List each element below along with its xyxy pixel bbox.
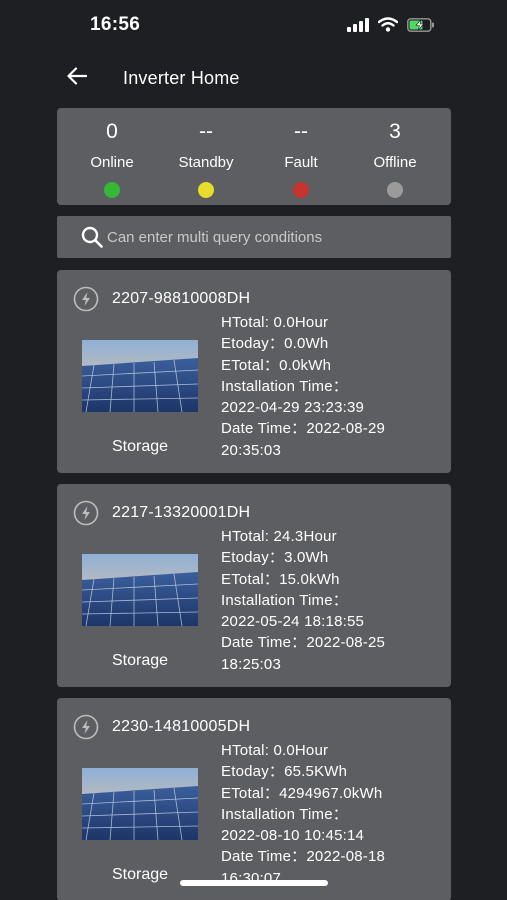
status-dot-fault — [293, 182, 309, 198]
etoday: Etoday：3.0Wh — [221, 549, 329, 567]
search-input[interactable] — [107, 222, 437, 252]
lightning-bolt-icon — [73, 714, 99, 740]
summary-label: Fault — [284, 154, 318, 171]
date-time: Date Time：2022-08-29 — [221, 420, 386, 438]
status-dot-online — [104, 182, 120, 198]
etoday: Etoday：0.0Wh — [221, 335, 329, 353]
search-bar — [57, 216, 451, 258]
etotal: ETotal：4294967.0kWh — [221, 784, 383, 802]
htotal: HTotal: 24.3Hour — [221, 528, 337, 545]
device-info: HTotal: 0.0Hour Etoday：65.5KWh ETotal：42… — [221, 740, 446, 889]
status-time: 16:56 — [90, 14, 141, 35]
status-summary-panel: 0 Online -- Standby -- Fault 3 Offline — [57, 108, 451, 205]
etotal: ETotal：0.0kWh — [221, 356, 332, 374]
device-card[interactable]: 2217-13320001DH Storage HTotal: 24.3Hour… — [57, 484, 451, 687]
status-dot-offline — [387, 182, 403, 198]
installation-label: Installation Time： — [221, 377, 348, 395]
htotal: HTotal: 0.0Hour — [221, 742, 329, 759]
summary-label: Standby — [178, 154, 234, 171]
back-button[interactable] — [62, 64, 92, 92]
installation-label: Installation Time： — [221, 805, 348, 823]
device-info: HTotal: 24.3Hour Etoday：3.0Wh ETotal：15.… — [221, 526, 446, 675]
htotal: HTotal: 0.0Hour — [221, 314, 329, 331]
device-serial: 2217-13320001DH — [112, 504, 251, 521]
lightning-bolt-icon — [73, 286, 99, 312]
summary-fault[interactable]: -- Fault — [252, 108, 350, 205]
device-serial: 2230-14810005DH — [112, 718, 251, 735]
date-time: Date Time：2022-08-25 — [221, 634, 386, 652]
battery-charging-icon — [407, 17, 435, 37]
summary-value: -- — [294, 120, 308, 143]
device-card[interactable]: 2207-98810008DH Storage HTotal: 0.0Hour … — [57, 270, 451, 473]
status-dot-standby — [198, 182, 214, 198]
lightning-bolt-icon — [73, 500, 99, 526]
page-title: Inverter Home — [123, 68, 240, 88]
device-info: HTotal: 0.0Hour Etoday：0.0Wh ETotal：0.0k… — [221, 312, 446, 461]
summary-label: Online — [90, 154, 134, 171]
summary-value: 0 — [106, 120, 118, 143]
status-icons — [347, 17, 435, 37]
date-time-clock: 20:35:03 — [221, 441, 281, 459]
summary-online[interactable]: 0 Online — [63, 108, 161, 205]
solar-panel-image — [82, 554, 198, 626]
wifi-icon — [377, 17, 399, 37]
summary-offline[interactable]: 3 Offline — [346, 108, 444, 205]
arrow-left-icon — [67, 66, 88, 90]
installation-time: 2022-08-10 10:45:14 — [221, 827, 365, 845]
summary-value: 3 — [389, 120, 401, 143]
device-type: Storage — [111, 438, 169, 455]
search-icon[interactable] — [81, 226, 103, 253]
solar-panel-image — [82, 340, 198, 412]
installation-time: 2022-04-29 23:23:39 — [221, 399, 365, 417]
device-type: Storage — [111, 652, 169, 669]
summary-standby[interactable]: -- Standby — [157, 108, 255, 205]
device-card[interactable]: 2230-14810005DH Storage HTotal: 0.0Hour … — [57, 698, 451, 900]
installation-time: 2022-05-24 18:18:55 — [221, 613, 365, 631]
nav-bar: Inverter Home — [0, 58, 507, 98]
etoday: Etoday：65.5KWh — [221, 763, 348, 781]
status-bar: 16:56 — [0, 0, 507, 52]
cellular-signal-icon — [347, 17, 369, 37]
solar-panel-image — [82, 768, 198, 840]
date-time-clock: 18:25:03 — [221, 655, 281, 673]
device-serial: 2207-98810008DH — [112, 290, 251, 307]
summary-label: Offline — [373, 154, 417, 171]
installation-label: Installation Time： — [221, 591, 348, 609]
summary-value: -- — [199, 120, 213, 143]
etotal: ETotal：15.0kWh — [221, 570, 340, 588]
date-time: Date Time：2022-08-18 — [221, 848, 386, 866]
home-indicator[interactable] — [180, 880, 328, 886]
